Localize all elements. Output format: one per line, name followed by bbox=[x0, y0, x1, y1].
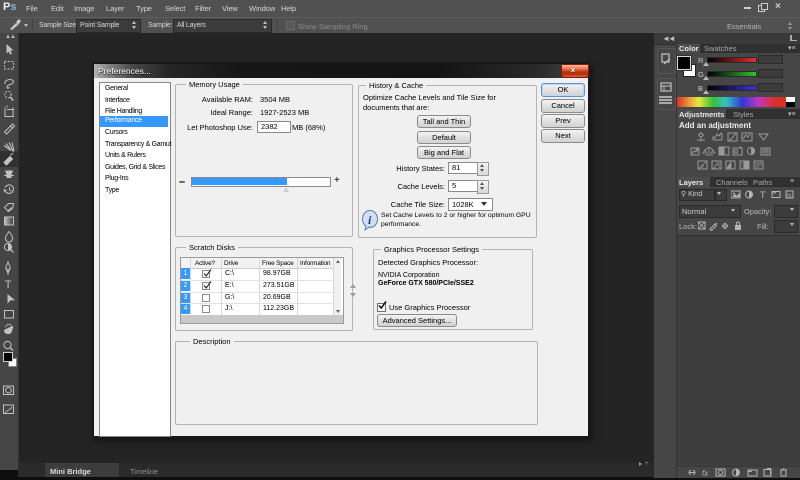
svg-text:T: T bbox=[5, 279, 12, 291]
svg-text:T: T bbox=[760, 190, 766, 199]
svg-text:fx: fx bbox=[787, 194, 792, 200]
svg-text:fx: fx bbox=[702, 469, 709, 477]
